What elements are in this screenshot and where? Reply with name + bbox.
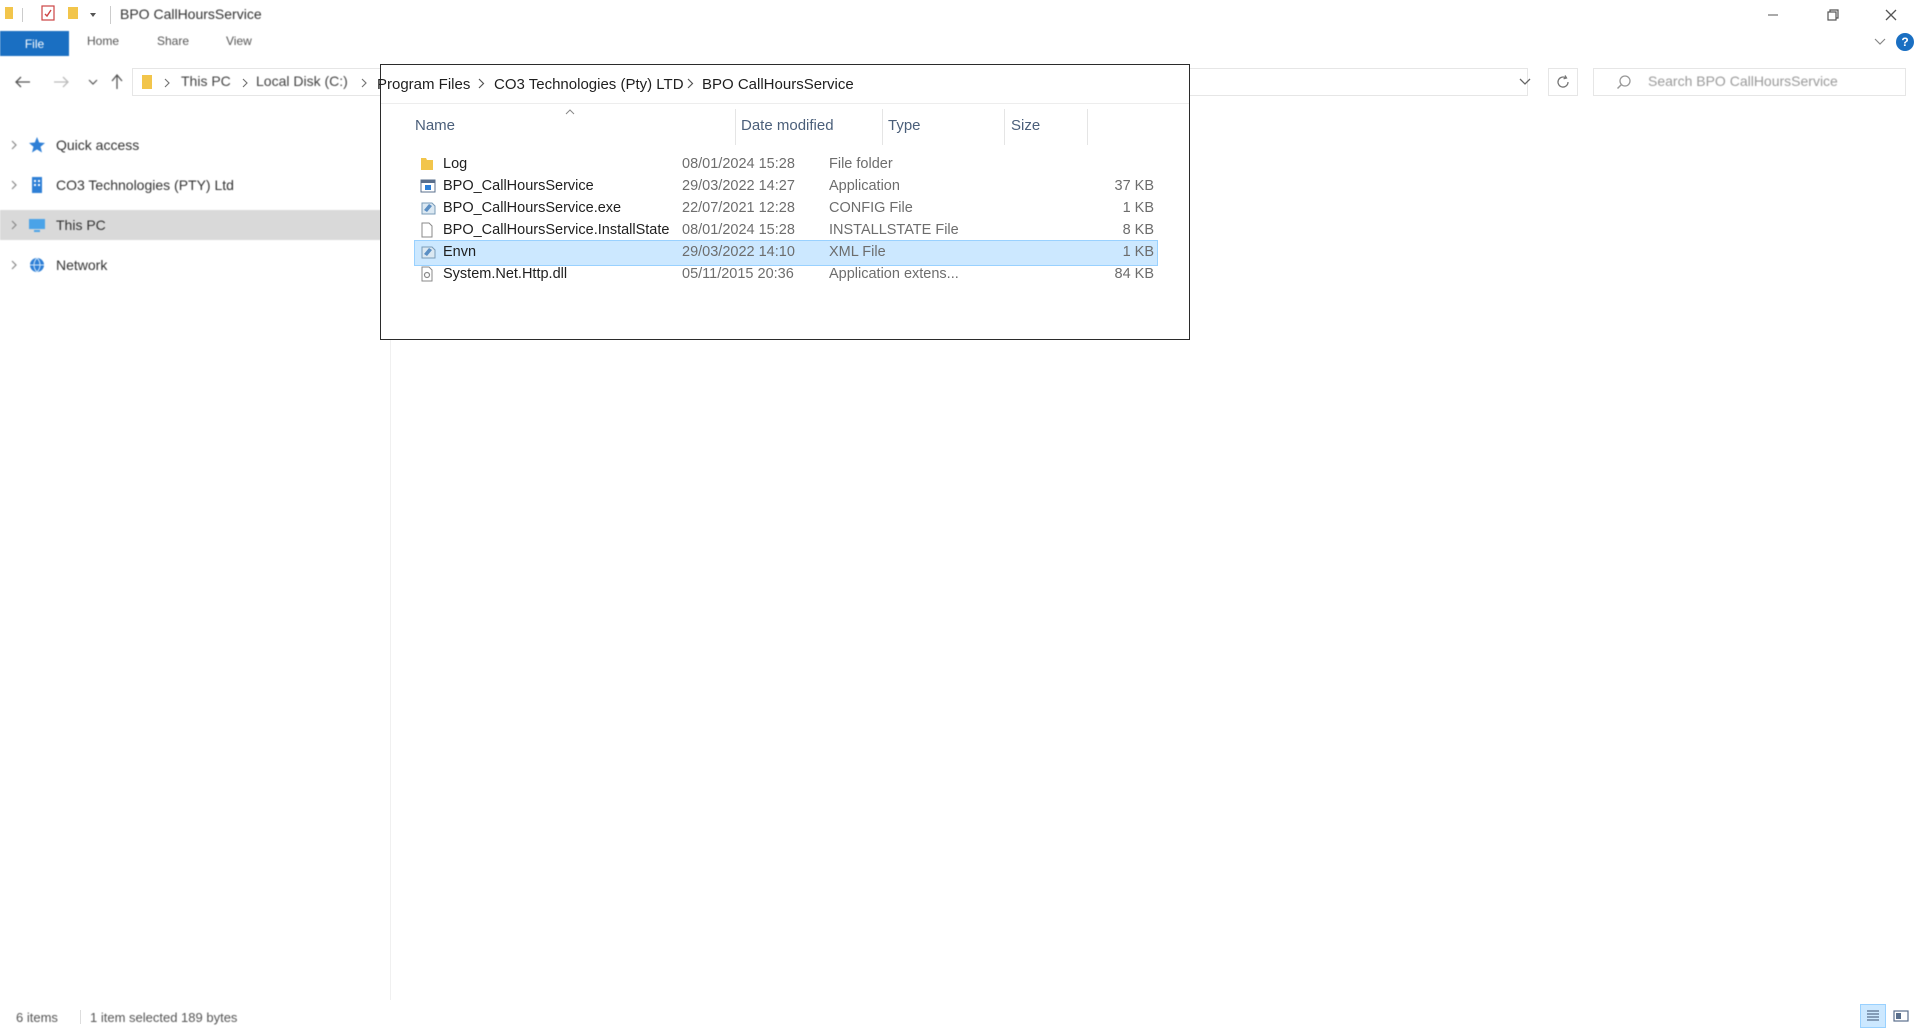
- file-name: System.Net.Http.dll: [443, 266, 568, 282]
- application-icon: [420, 178, 436, 194]
- file-size: 37 KB: [1114, 178, 1155, 194]
- breadcrumb-bpo-callhoursservice[interactable]: BPO CallHoursService: [702, 76, 854, 93]
- divider: [22, 8, 23, 22]
- file-size: 1 KB: [1122, 244, 1154, 260]
- file-row-system-net-http-dll[interactable]: System.Net.Http.dll 05/11/2015 20:36 App…: [414, 262, 1158, 288]
- column-header-type[interactable]: Type: [888, 117, 921, 134]
- refresh-button[interactable]: [1548, 68, 1578, 96]
- column-divider[interactable]: [735, 109, 736, 145]
- details-view-button[interactable]: [1860, 1004, 1886, 1028]
- search-placeholder: Search BPO CallHoursService: [1648, 73, 1838, 89]
- config-file-icon: [420, 200, 436, 216]
- folder-icon: [4, 5, 14, 21]
- breadcrumb-local-disk[interactable]: Local Disk (C:): [256, 73, 348, 89]
- divider: [80, 1010, 81, 1024]
- column-divider[interactable]: [1004, 109, 1005, 145]
- folder-icon: [141, 74, 153, 90]
- xml-file-icon: [420, 244, 436, 260]
- large-icons-view-button[interactable]: [1888, 1004, 1914, 1028]
- file-name: Envn: [443, 244, 477, 260]
- file-type: CONFIG File: [829, 200, 913, 216]
- properties-icon[interactable]: [40, 5, 56, 21]
- file-type: INSTALLSTATE File: [829, 222, 959, 238]
- tab-view[interactable]: View: [226, 34, 252, 48]
- file-name: BPO_CallHoursService: [443, 178, 594, 194]
- file-date: 29/03/2022 14:10: [682, 244, 795, 260]
- chevron-right-icon: [687, 78, 694, 89]
- forward-button[interactable]: [50, 70, 72, 94]
- tab-file[interactable]: File: [0, 31, 69, 56]
- network-icon: [28, 256, 50, 274]
- file-name: Log: [443, 156, 468, 172]
- customize-quick-access-icon[interactable]: [88, 9, 98, 21]
- column-divider[interactable]: [882, 109, 883, 145]
- up-button[interactable]: [106, 70, 128, 94]
- back-button[interactable]: [12, 70, 34, 94]
- breadcrumb-co3-technologies[interactable]: CO3 Technologies (Pty) LTD: [494, 76, 684, 93]
- computer-icon: [28, 216, 50, 234]
- sidebar-item-network[interactable]: Network: [0, 250, 388, 280]
- chevron-right-icon: [242, 78, 248, 88]
- chevron-right-icon[interactable]: [0, 260, 28, 270]
- dll-file-icon: [420, 266, 434, 282]
- column-header-size[interactable]: Size: [1011, 117, 1040, 134]
- divider: [110, 6, 111, 24]
- chevron-right-icon[interactable]: [0, 220, 28, 230]
- restore-button[interactable]: [1810, 0, 1856, 30]
- file-date: 08/01/2024 15:28: [682, 222, 795, 238]
- search-icon: [1616, 74, 1632, 90]
- breadcrumb-this-pc[interactable]: This PC: [181, 73, 231, 89]
- file-type: Application: [829, 178, 900, 194]
- blank-file-icon: [420, 222, 434, 238]
- file-date: 22/07/2021 12:28: [682, 200, 795, 216]
- help-icon[interactable]: ?: [1896, 33, 1914, 51]
- expand-ribbon-icon[interactable]: [1874, 37, 1886, 47]
- building-icon: [28, 176, 50, 194]
- column-divider[interactable]: [1087, 109, 1088, 145]
- recent-locations-button[interactable]: [82, 70, 104, 94]
- file-size: 1 KB: [1122, 200, 1154, 216]
- file-name: BPO_CallHoursService.exe: [443, 200, 622, 216]
- file-date: 29/03/2022 14:27: [682, 178, 795, 194]
- file-name: BPO_CallHoursService.InstallState: [443, 222, 670, 238]
- chevron-right-icon: [478, 78, 485, 89]
- sort-ascending-icon: [565, 109, 575, 115]
- sidebar-item-co3-technologies[interactable]: CO3 Technologies (PTY) Ltd: [0, 170, 388, 200]
- column-header-date-modified[interactable]: Date modified: [741, 117, 834, 134]
- sidebar-item-label: Network: [56, 257, 108, 273]
- file-date: 05/11/2015 20:36: [682, 266, 794, 282]
- tab-home[interactable]: Home: [87, 34, 119, 48]
- sidebar-item-quick-access[interactable]: Quick access: [0, 130, 388, 160]
- divider: [381, 103, 1189, 104]
- file-size: 84 KB: [1114, 266, 1155, 282]
- sidebar-item-this-pc[interactable]: This PC: [0, 210, 388, 240]
- minimize-button[interactable]: [1750, 0, 1796, 30]
- file-type: Application extens...: [829, 266, 959, 282]
- chevron-right-icon: [361, 78, 367, 88]
- chevron-right-icon: [164, 78, 170, 88]
- file-size: 8 KB: [1122, 222, 1154, 238]
- file-type: File folder: [829, 156, 893, 172]
- window-title: BPO CallHoursService: [120, 6, 262, 22]
- status-selection: 1 item selected 189 bytes: [90, 1010, 238, 1025]
- sidebar-item-label: CO3 Technologies (PTY) Ltd: [56, 177, 234, 193]
- new-folder-icon[interactable]: [66, 5, 80, 21]
- file-type: XML File: [829, 244, 886, 260]
- file-date: 08/01/2024 15:28: [682, 156, 795, 172]
- tab-share[interactable]: Share: [157, 34, 189, 48]
- breadcrumb-program-files[interactable]: Program Files: [377, 76, 470, 93]
- address-dropdown-icon[interactable]: [1519, 78, 1531, 86]
- status-item-count: 6 items: [16, 1010, 58, 1025]
- folder-icon: [420, 156, 434, 172]
- close-button[interactable]: [1868, 0, 1914, 30]
- sidebar-item-label: Quick access: [56, 137, 140, 153]
- file-list-panel: Program Files CO3 Technologies (Pty) LTD…: [377, 64, 1190, 340]
- chevron-right-icon[interactable]: [0, 180, 28, 190]
- chevron-right-icon[interactable]: [0, 140, 28, 150]
- title-bar: BPO CallHoursService: [0, 0, 1920, 32]
- sidebar-item-label: This PC: [56, 217, 106, 233]
- column-header-name[interactable]: Name: [415, 117, 455, 134]
- star-icon: [28, 136, 50, 154]
